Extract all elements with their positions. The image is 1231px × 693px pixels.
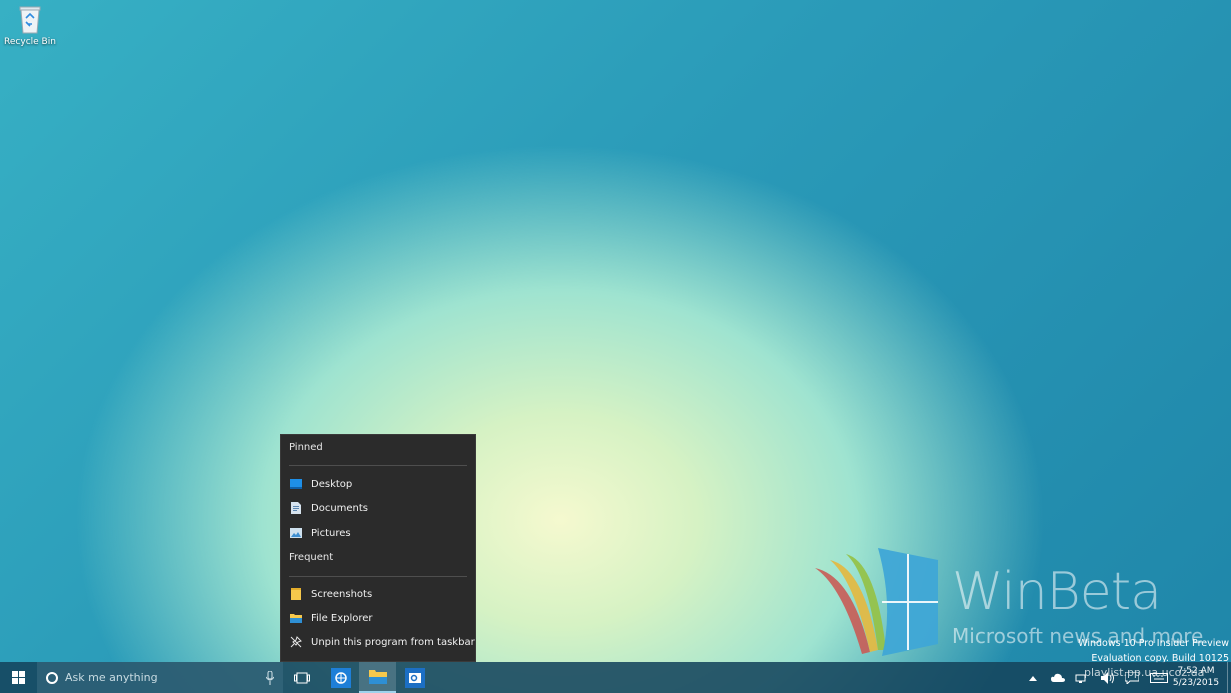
unpin-icon	[290, 636, 302, 648]
recycle-bin-label: Recycle Bin	[4, 37, 56, 47]
jumplist-item-label: Screenshots	[311, 588, 373, 600]
show-hidden-icons-button[interactable]	[1026, 662, 1040, 693]
winbeta-logo-icon	[815, 548, 938, 656]
file-explorer-icon	[368, 670, 387, 684]
recycle-bin-icon	[17, 4, 43, 34]
pictures-icon	[290, 527, 302, 539]
task-view-button[interactable]	[283, 662, 320, 693]
file-explorer-icon	[290, 612, 302, 624]
clock-time: 7:52 AM	[1177, 666, 1215, 676]
outlook-button[interactable]	[396, 662, 433, 693]
taskbar: Ask me anything playlist.pp.ua.ucoz.ua 7…	[0, 662, 1231, 693]
pinned-header: Pinned	[289, 442, 323, 453]
documents-icon	[290, 502, 302, 514]
start-button[interactable]	[0, 662, 37, 693]
frequent-separator	[289, 576, 467, 577]
clock[interactable]: 7:52 AM 5/23/2015	[1170, 665, 1222, 689]
internet-explorer-icon	[330, 667, 351, 688]
jumplist-item-label: File Explorer	[311, 612, 373, 624]
frequent-header: Frequent	[289, 552, 334, 563]
jumplist-item-label: Desktop	[311, 478, 353, 490]
outlook-icon	[404, 667, 425, 688]
clock-date: 5/23/2015	[1172, 678, 1220, 688]
show-desktop-button[interactable]	[1227, 662, 1231, 693]
folder-icon	[290, 588, 302, 600]
watermark-title: WinBeta	[952, 562, 1162, 622]
jumplist-item-documents[interactable]: Documents	[281, 496, 475, 520]
internet-explorer-button[interactable]	[322, 662, 359, 693]
jumplist-item-file-explorer[interactable]: File Explorer	[281, 606, 475, 630]
file-explorer-jumplist: Pinned Desktop Documents Pictures Freque…	[280, 434, 476, 662]
jumplist-item-label: Pictures	[311, 527, 351, 539]
file-explorer-taskbar-button[interactable]	[359, 662, 396, 693]
cortana-icon	[46, 671, 58, 684]
cortana-search-box[interactable]: Ask me anything	[37, 662, 283, 693]
jumplist-item-label: Documents	[311, 502, 369, 514]
task-view-icon	[293, 672, 310, 683]
recycle-bin[interactable]: Recycle Bin	[4, 4, 56, 47]
jumplist-item-pictures[interactable]: Pictures	[281, 521, 475, 545]
onedrive-icon	[1051, 673, 1065, 682]
microphone-icon[interactable]	[263, 668, 277, 688]
evaluation-line-1: Windows 10 Pro Insider Preview	[1078, 638, 1229, 649]
search-placeholder: Ask me anything	[65, 671, 158, 684]
desktop-icon	[290, 478, 302, 490]
pinned-separator	[289, 465, 467, 466]
chevron-up-icon	[1029, 675, 1037, 681]
jumplist-item-screenshots[interactable]: Screenshots	[281, 582, 475, 606]
onedrive-button[interactable]	[1048, 662, 1068, 693]
jumplist-item-unpin[interactable]: Unpin this program from taskbar	[281, 630, 475, 654]
jumplist-item-label: Unpin this program from taskbar	[311, 636, 475, 648]
windows-logo-icon	[12, 671, 25, 684]
jumplist-item-desktop[interactable]: Desktop	[281, 472, 475, 496]
